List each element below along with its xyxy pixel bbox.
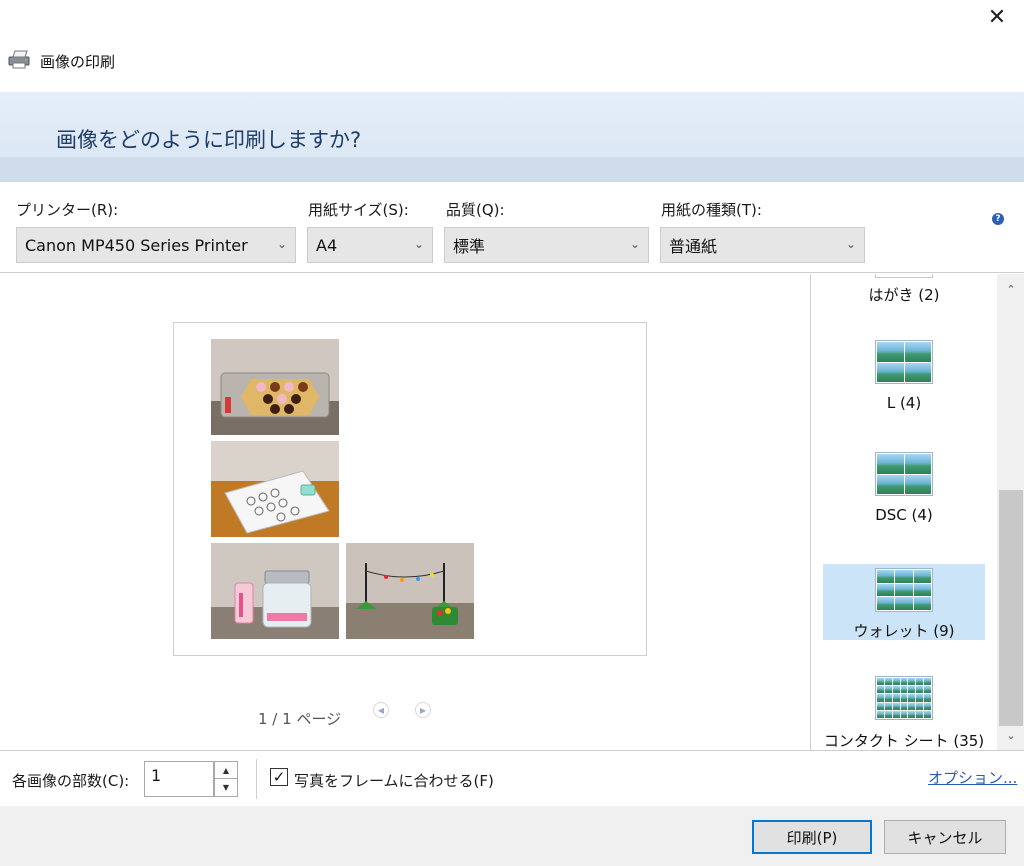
layout-caption: DSC (4) [875, 506, 933, 524]
arrow-right-icon: ▶ [419, 705, 427, 715]
layout-item-dsc[interactable]: DSC (4) [823, 452, 985, 532]
paper-size-select[interactable]: A4 ⌄ [307, 227, 433, 263]
layout-caption: はがき (2) [868, 286, 940, 304]
paper-type-value: 普通紙 [669, 237, 718, 256]
layout-item-wallet[interactable]: ウォレット (9) [823, 564, 985, 640]
arrow-left-icon: ◀ [377, 705, 385, 715]
print-preview: 1 / 1 ページ ◀ ▶ [0, 274, 810, 750]
layout-thumb [875, 676, 933, 720]
copies-stepper[interactable]: ▲ ▼ [214, 761, 238, 797]
fit-frame-checkbox[interactable]: ✓ [270, 768, 288, 786]
chevron-down-icon: ⌄ [276, 237, 287, 251]
drawing-paper-photo [211, 441, 339, 537]
page-title: 画像をどのように印刷しますか? [56, 128, 362, 152]
chevron-down-icon: ⌄ [413, 237, 424, 251]
window-title: 画像の印刷 [40, 52, 116, 71]
paper-size-label: 用紙サイズ(S): [308, 201, 409, 219]
next-page-button[interactable]: ▶ [415, 702, 431, 718]
layout-item-hagaki[interactable]: はがき (2) [823, 274, 985, 308]
stand-toy-photo [346, 543, 474, 639]
chevron-down-icon: ⌄ [629, 237, 640, 251]
layout-thumb [875, 340, 933, 384]
printer-select[interactable]: Canon MP450 Series Printer ⌄ [16, 227, 296, 263]
chevron-up-icon: ⌃ [1006, 282, 1016, 296]
glass-jar-photo [211, 543, 339, 639]
paper-type-select[interactable]: 普通紙 ⌄ [660, 227, 865, 263]
layout-scrollbar[interactable]: ⌃ ⌄ [997, 274, 1024, 750]
chevron-down-icon: ⌄ [845, 237, 856, 251]
layout-caption: コンタクト シート (35) [823, 732, 985, 750]
page-indicator: 1 / 1 ページ [258, 710, 342, 728]
quality-value: 標準 [453, 237, 486, 256]
close-icon: ✕ [987, 4, 1007, 30]
donut-tray-photo [211, 339, 339, 435]
cancel-button[interactable]: キャンセル [884, 820, 1006, 854]
quality-label: 品質(Q): [446, 201, 505, 219]
triangle-up-icon: ▲ [222, 765, 230, 775]
header-banner: 画像をどのように印刷しますか? [0, 92, 1024, 182]
banner-strip [0, 157, 1024, 181]
scroll-down-button[interactable]: ⌄ [997, 724, 1024, 746]
copies-input[interactable]: 1 [144, 761, 214, 797]
paper-size-value: A4 [316, 235, 338, 255]
print-button[interactable]: 印刷(P) [752, 820, 872, 854]
layout-thumb [875, 568, 933, 612]
copies-label: 各画像の部数(C): [12, 772, 130, 790]
layout-thumb [875, 274, 933, 278]
bottom-controls: 各画像の部数(C): 1 ▲ ▼ ✓ 写真をフレームに合わせる(F) オプション… [0, 750, 1024, 806]
fit-frame-label[interactable]: 写真をフレームに合わせる(F) [294, 770, 494, 791]
quality-select[interactable]: 標準 ⌄ [444, 227, 649, 263]
scroll-up-button[interactable]: ⌃ [997, 278, 1024, 300]
dialog-footer: 印刷(P) キャンセル [0, 806, 1024, 866]
title-bar: 画像の印刷 [6, 46, 115, 76]
prev-page-button[interactable]: ◀ [373, 702, 389, 718]
checkmark-icon: ✓ [272, 768, 286, 786]
printer-icon [6, 48, 32, 74]
layout-list: はがき (2) L (4) DSC (4) ウォレット (9) コンタクト シー… [810, 274, 1024, 750]
layout-caption: L (4) [886, 394, 922, 412]
preview-page [173, 322, 647, 656]
close-button[interactable]: ✕ [980, 2, 1014, 32]
stepper-up-button[interactable]: ▲ [215, 762, 237, 779]
divider [256, 759, 257, 799]
scroll-thumb[interactable] [999, 490, 1023, 726]
options-link[interactable]: オプション... [928, 767, 1017, 788]
stepper-down-button[interactable]: ▼ [215, 779, 237, 796]
help-icon[interactable]: ? [992, 213, 1004, 225]
printer-value: Canon MP450 Series Printer [25, 235, 248, 255]
layout-thumb [875, 452, 933, 496]
layout-item-l[interactable]: L (4) [823, 340, 985, 420]
triangle-down-icon: ▼ [222, 783, 230, 792]
chevron-down-icon: ⌄ [1006, 728, 1016, 742]
paper-type-label: 用紙の種類(T): [661, 201, 762, 219]
layout-item-contact-sheet[interactable]: コンタクト シート (35) [823, 676, 985, 750]
printer-label: プリンター(R): [16, 201, 119, 219]
print-options: プリンター(R): Canon MP450 Series Printer ⌄ 用… [0, 183, 1024, 273]
layout-caption: ウォレット (9) [853, 622, 955, 640]
